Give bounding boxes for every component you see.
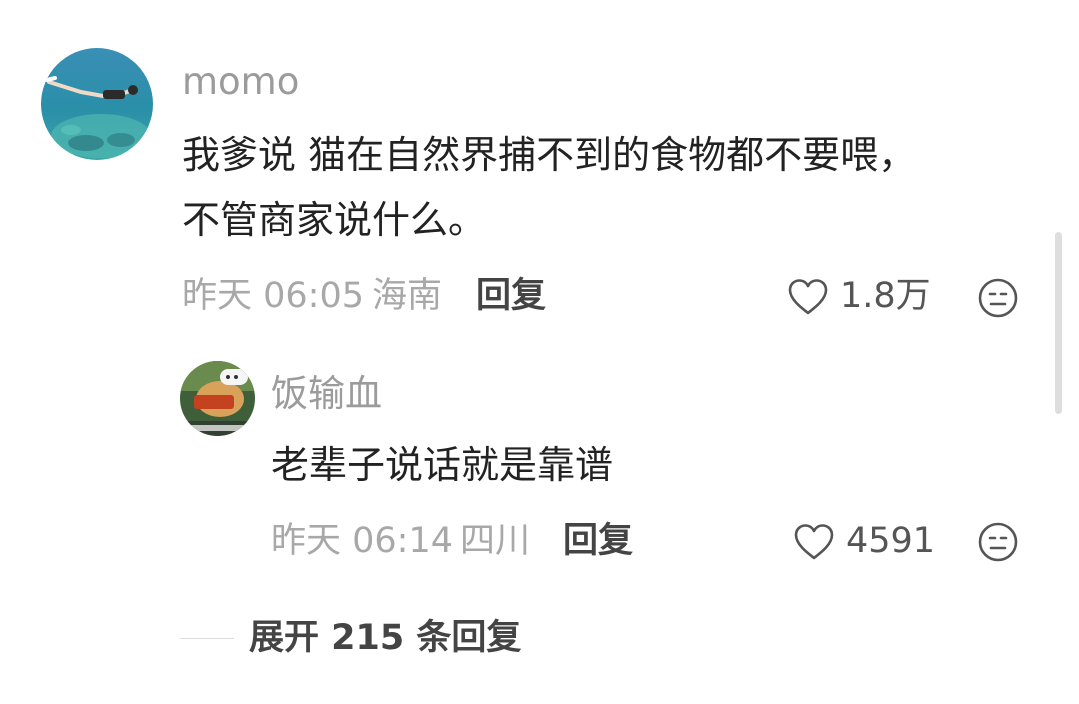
comment-username[interactable]: momo: [182, 63, 299, 100]
comment-location: 海南: [372, 276, 443, 316]
reply-button[interactable]: 回复: [563, 524, 633, 559]
heart-outline-icon[interactable]: [786, 277, 830, 317]
expand-divider: [180, 638, 234, 639]
comment-time: 昨天 06:05: [182, 276, 364, 316]
like-count: 1.8万: [840, 276, 931, 316]
neutral-face-icon[interactable]: [977, 277, 1019, 319]
comment-username[interactable]: 饭输血: [271, 375, 382, 412]
comment-text-line: 不管商家说什么。: [182, 198, 487, 242]
scrollbar[interactable]: [1055, 232, 1062, 414]
avatar-momo[interactable]: [41, 48, 153, 160]
avatar-reply-user[interactable]: [180, 361, 255, 436]
expand-replies-button[interactable]: 展开 215 条回复: [249, 621, 521, 656]
comment-location: 四川: [460, 521, 531, 561]
heart-outline-icon[interactable]: [792, 522, 836, 562]
reply-button[interactable]: 回复: [476, 279, 546, 314]
comment-time: 昨天 06:14: [271, 521, 453, 561]
neutral-face-icon[interactable]: [977, 521, 1019, 563]
comment-text-line: 老辈子说话就是靠谱: [271, 443, 614, 487]
like-count: 4591: [846, 521, 936, 561]
comment-text-line: 我爹说 猫在自然界捕不到的食物都不要喂，: [182, 133, 917, 177]
